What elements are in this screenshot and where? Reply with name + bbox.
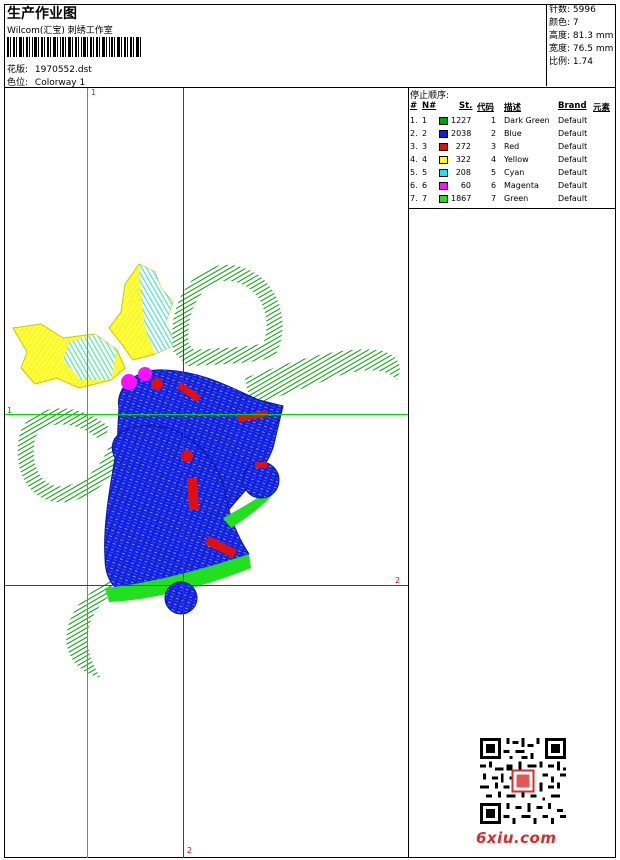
legend-row: 2. 2 2038 2 Blue Default: [410, 129, 588, 138]
design-file-line: 花版: 1970552.dst: [7, 62, 92, 75]
berry-3: [151, 378, 163, 390]
legend-row: 7. 7 1867 7 Green Default: [410, 194, 588, 203]
stat-height: 高度: 81.3 mm: [549, 31, 614, 41]
guide-label-green-h: 1: [7, 406, 13, 415]
stat-scale: 比例: 1.74: [549, 57, 593, 67]
color-swatch: [439, 169, 448, 177]
stat-colors: 颜色: 7: [549, 18, 579, 28]
legend-divider: [408, 208, 616, 209]
col-no: N#: [422, 101, 437, 111]
legend-row: 1. 1 1227 1 Dark Green Default: [410, 116, 588, 125]
stat-width: 宽度: 76.5 mm: [549, 44, 614, 54]
col-desc: 描述: [504, 103, 522, 113]
stat-stitches: 针数: 5996: [549, 5, 596, 15]
col-brand: Brand: [558, 101, 587, 111]
col-code: 代码: [477, 103, 495, 113]
guide-line-red-horizontal: [5, 585, 408, 586]
stats-box: 针数: 5996 颜色: 7 高度: 81.3 mm 宽度: 76.5 mm 比…: [546, 4, 616, 86]
berry-2: [138, 367, 152, 381]
design-file-label: 花版:: [7, 65, 29, 75]
guide-label-red-h: 2: [395, 576, 401, 585]
design-canvas: 1 1 2 2: [5, 88, 408, 858]
bell-clapper-bottom: [164, 581, 198, 615]
guide-label-green-v: 1: [91, 88, 97, 97]
berry-1: [121, 374, 137, 390]
guide-line-green-horizontal: [5, 414, 408, 415]
color-swatch: [439, 143, 448, 151]
color-swatch: [439, 195, 448, 203]
col-stitches: St.: [459, 101, 473, 111]
legend-row: 3. 3 272 3 Red Default: [410, 142, 588, 151]
legend-row: 6. 6 60 6 Magenta Default: [410, 181, 588, 190]
red-accent-6: [255, 462, 267, 468]
design-file-value: 1970552.dst: [34, 65, 92, 75]
red-accent-3: [187, 478, 199, 510]
stop-sequence-table: 停止顺序: # N# St. 代码 描述 Brand 元素 1. 1 1227 1…: [409, 88, 615, 208]
guide-label-red-v: 2: [187, 846, 193, 855]
stop-sequence-title: 停止顺序:: [410, 91, 450, 101]
page-title: 生产作业图: [7, 6, 77, 22]
ribbon-loop-top: [172, 264, 283, 367]
ribbon-loop-left: [17, 408, 125, 503]
color-swatch: [439, 130, 448, 138]
barcode: [7, 37, 141, 57]
site-logo: 6xiu.com: [476, 829, 557, 847]
legend-row: 4. 4 322 4 Yellow Default: [410, 155, 588, 164]
legend-row: 5. 5 208 5 Cyan Default: [410, 168, 588, 177]
qr-code: [480, 738, 566, 824]
col-element: 元素: [593, 103, 611, 113]
color-swatch: [439, 117, 448, 125]
guide-line-green-vertical: [87, 88, 88, 858]
col-num: #: [410, 101, 418, 111]
guide-line-red-vertical: [183, 88, 184, 858]
color-swatch: [439, 182, 448, 190]
studio-name: Wilcom(汇宝) 刺绣工作室: [7, 26, 113, 36]
color-swatch: [439, 156, 448, 164]
embroidery-design: [12, 263, 400, 678]
